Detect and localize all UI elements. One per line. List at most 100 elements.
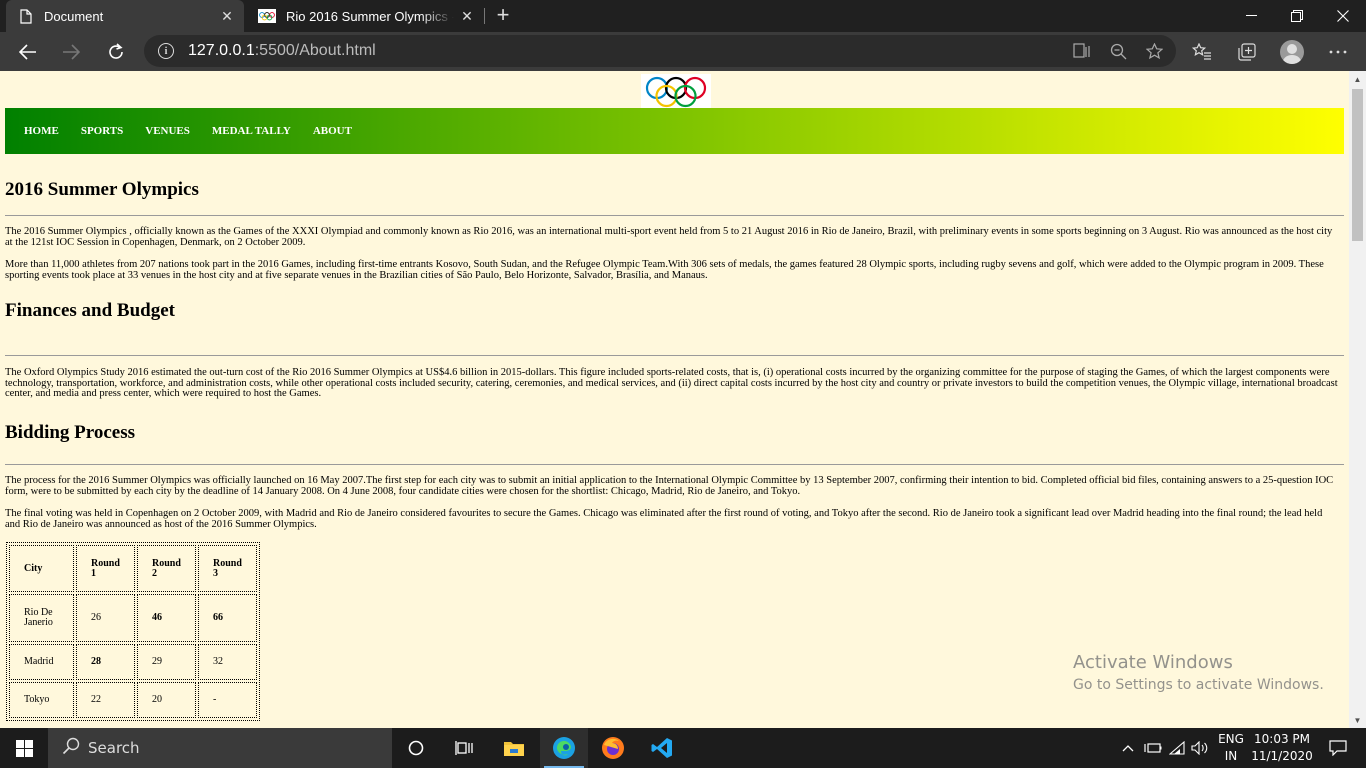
voting-results-table: City Round 1 Round 2 Round 3 Rio De Jane…: [6, 542, 260, 721]
back-button[interactable]: [12, 36, 44, 68]
table-cell: 66: [198, 594, 257, 642]
olympic-rings-icon: [258, 9, 276, 23]
table-cell: 22: [76, 682, 135, 718]
table-cell: 26: [76, 594, 135, 642]
tab-rio-results[interactable]: Rio 2016 Summer Olympics - res ✕: [248, 0, 484, 32]
table-header-row: City Round 1 Round 2 Round 3: [9, 545, 257, 592]
page-viewport: HOME SPORTS VENUES MEDAL TALLY ABOUT 201…: [0, 71, 1366, 728]
paragraph-finances: The Oxford Olympics Study 2016 estimated…: [5, 367, 1338, 399]
collections-icon[interactable]: [1232, 37, 1262, 67]
language-indicator[interactable]: ENG IN: [1214, 728, 1248, 768]
taskbar-search-box[interactable]: Search: [48, 728, 392, 768]
task-view-icon[interactable]: [440, 728, 488, 768]
table-cell: 29: [137, 644, 196, 680]
section-title-olympics: 2016 Summer Olympics: [5, 179, 199, 200]
address-bar[interactable]: i 127.0.0.1:5500/About.html: [144, 35, 1176, 67]
table-cell: 32: [198, 644, 257, 680]
table-cell: 20: [137, 682, 196, 718]
table-cell: Tokyo: [9, 682, 74, 718]
favorites-icon[interactable]: [1187, 37, 1217, 67]
region-code: IN: [1224, 749, 1238, 763]
site-info-icon[interactable]: i: [158, 43, 174, 59]
olympic-rings-logo: [641, 74, 711, 108]
browser-tab-bar: Document ✕ Rio 2016 Summer Olympics - re…: [0, 0, 1366, 32]
close-tab-icon[interactable]: ✕: [454, 3, 480, 29]
tab-title: Document: [44, 8, 104, 24]
clock-date: 11/1/2020: [1251, 749, 1313, 763]
immersive-reader-icon[interactable]: [1071, 40, 1093, 62]
close-window-button[interactable]: [1320, 0, 1366, 32]
table-cell: -: [198, 682, 257, 718]
section-title-finances: Finances and Budget: [5, 300, 175, 321]
tab-title: Rio 2016 Summer Olympics - res: [286, 8, 454, 24]
url-text: 127.0.0.1:5500/About.html: [188, 42, 376, 60]
battery-icon[interactable]: [1142, 728, 1164, 768]
divider: [5, 355, 1344, 356]
scroll-down-icon[interactable]: ▼: [1349, 712, 1366, 728]
section-title-bidding: Bidding Process: [5, 422, 136, 443]
paragraph-intro: The 2016 Summer Olympics , officially kn…: [5, 226, 1333, 248]
action-center-icon[interactable]: [1318, 728, 1358, 768]
vscode-icon[interactable]: [638, 728, 686, 768]
header-cell: Round 3: [198, 545, 257, 592]
table-cell: Rio De Janerio: [9, 594, 74, 642]
url-path: :5500/About.html: [254, 42, 376, 59]
tab-document[interactable]: Document ✕: [6, 0, 244, 32]
show-hidden-icons-chevron-icon[interactable]: [1118, 728, 1138, 768]
favorite-star-icon[interactable]: [1143, 40, 1165, 62]
paragraph-final-voting: The final voting was held in Copenhagen …: [5, 508, 1323, 530]
windows-logo-icon: [15, 739, 33, 757]
activate-windows-watermark: Activate Windows Go to Settings to activ…: [1073, 652, 1324, 693]
table-row: Madrid 28 29 32: [9, 644, 257, 680]
table-row: Tokyo 22 20 -: [9, 682, 257, 718]
refresh-button[interactable]: [100, 36, 132, 68]
header-cell: Round 1: [76, 545, 135, 592]
file-explorer-icon[interactable]: [490, 728, 538, 768]
start-button[interactable]: [0, 728, 48, 768]
cortana-icon[interactable]: [392, 728, 440, 768]
table-cell: Madrid: [9, 644, 74, 680]
header-cell: City: [9, 545, 74, 592]
windows-taskbar: Search ENG IN 10:03 PM 11/1/2020: [0, 728, 1366, 768]
divider: [5, 464, 1344, 465]
paragraph-bidding-process: The process for the 2016 Summer Olympics…: [5, 475, 1334, 497]
scrollbar-thumb[interactable]: [1352, 89, 1363, 241]
restore-button[interactable]: [1274, 0, 1320, 32]
table-cell: 46: [137, 594, 196, 642]
search-placeholder: Search: [88, 739, 140, 757]
browser-toolbar: i 127.0.0.1:5500/About.html: [0, 32, 1366, 71]
new-tab-button[interactable]: +: [490, 3, 516, 29]
nav-medal-tally[interactable]: MEDAL TALLY: [212, 125, 291, 137]
firefox-icon[interactable]: [589, 728, 637, 768]
page-scrollbar[interactable]: ▲ ▼: [1349, 71, 1366, 728]
header-cell: Round 2: [137, 545, 196, 592]
url-host: 127.0.0.1: [188, 42, 255, 59]
clock-time: 10:03 PM: [1254, 732, 1310, 746]
nav-about[interactable]: ABOUT: [313, 125, 352, 137]
nav-sports[interactable]: SPORTS: [81, 125, 123, 137]
paragraph-athletes: More than 11,000 athletes from 207 natio…: [5, 259, 1324, 281]
watermark-title: Activate Windows: [1073, 652, 1233, 673]
wifi-icon[interactable]: [1166, 728, 1188, 768]
volume-icon[interactable]: [1189, 728, 1211, 768]
tab-separator: [484, 8, 485, 24]
close-tab-icon[interactable]: ✕: [214, 3, 240, 29]
minimize-button[interactable]: [1228, 0, 1274, 32]
search-icon: [62, 737, 80, 759]
watermark-subtitle: Go to Settings to activate Windows.: [1073, 677, 1324, 693]
profile-avatar[interactable]: [1280, 40, 1304, 64]
edge-browser-icon[interactable]: [540, 728, 588, 768]
nav-home[interactable]: HOME: [24, 125, 59, 137]
table-row: Rio De Janerio 26 46 66: [9, 594, 257, 642]
more-options-icon[interactable]: [1323, 37, 1353, 67]
site-navbar: HOME SPORTS VENUES MEDAL TALLY ABOUT: [5, 108, 1344, 154]
divider: [5, 215, 1344, 216]
table-cell: 28: [76, 644, 135, 680]
document-icon: [18, 8, 34, 24]
language-code: ENG: [1218, 732, 1244, 746]
clock[interactable]: 10:03 PM 11/1/2020: [1250, 728, 1314, 768]
zoom-icon[interactable]: [1107, 40, 1129, 62]
forward-button[interactable]: [55, 36, 87, 68]
scroll-up-icon[interactable]: ▲: [1349, 71, 1366, 87]
nav-venues[interactable]: VENUES: [145, 125, 190, 137]
